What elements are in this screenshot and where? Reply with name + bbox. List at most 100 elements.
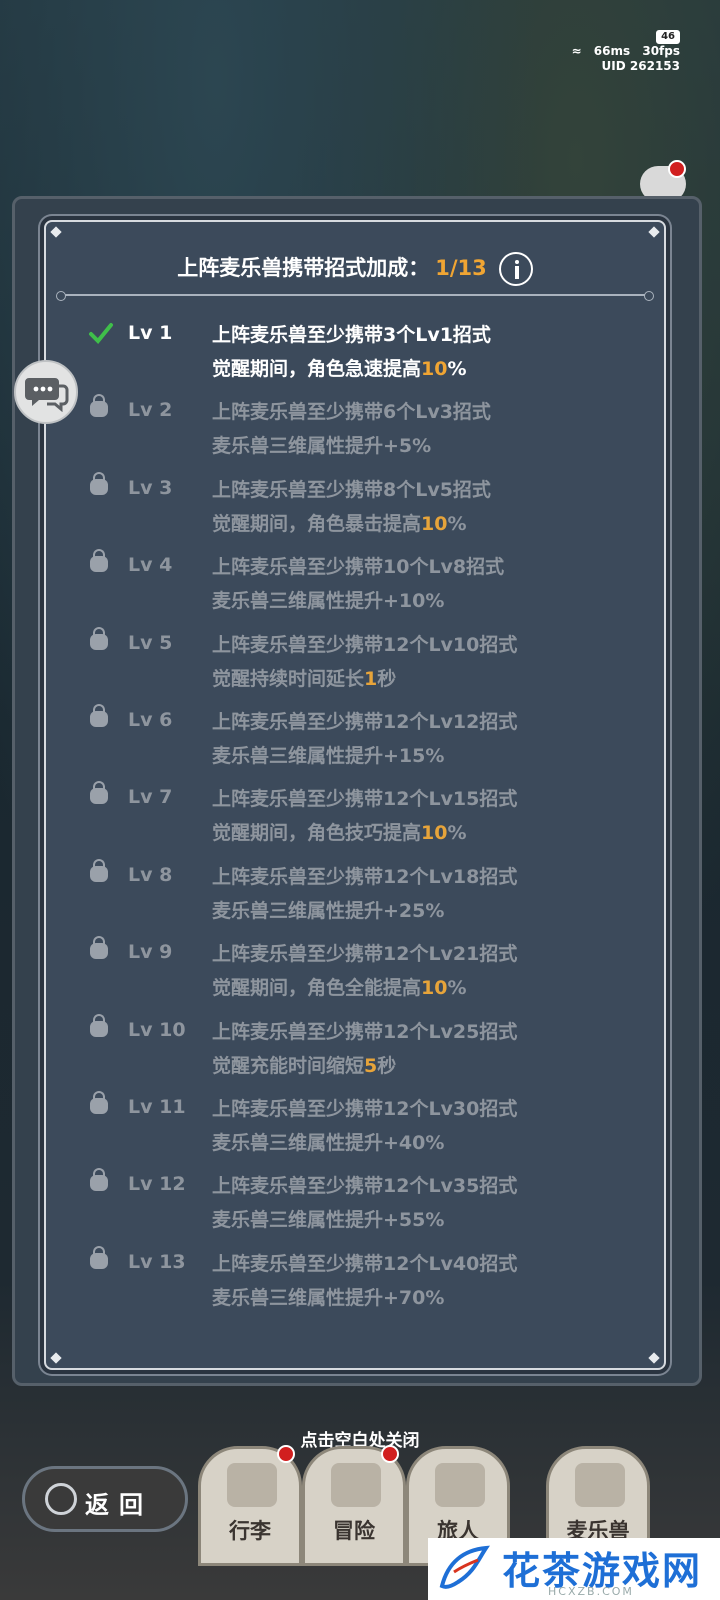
- level-requirement: 上阵麦乐兽至少携带12个Lv15招式: [212, 788, 518, 811]
- title-divider: [56, 291, 654, 301]
- level-effect: 觉醒期间，角色急速提高10%: [212, 352, 491, 386]
- level-requirement: 上阵麦乐兽至少携带12个Lv40招式: [212, 1252, 518, 1275]
- level-description: 上阵麦乐兽至少携带6个Lv3招式 麦乐兽三维属性提升+5%: [212, 395, 491, 463]
- level-description: 上阵麦乐兽至少携带3个Lv1招式 觉醒期间，角色急速提高10%: [212, 318, 491, 386]
- swords-icon: [331, 1463, 381, 1507]
- check-icon: [88, 320, 113, 344]
- effect-unit: %: [447, 977, 467, 1000]
- level-row: Lv 9 上阵麦乐兽至少携带12个Lv21招式 觉醒期间，角色全能提高10%: [46, 936, 664, 1014]
- level-effect: 觉醒期间，角色全能提高10%: [212, 971, 517, 1005]
- effect-text: 麦乐兽三维属性提升+25%: [212, 899, 445, 922]
- level-effect: 麦乐兽三维属性提升+25%: [212, 894, 517, 928]
- effect-text: 觉醒期间，角色技巧提高: [212, 822, 422, 845]
- fps-text: 30fps: [642, 44, 680, 58]
- effect-value: 10: [421, 512, 448, 535]
- level-effect: 麦乐兽三维属性提升+15%: [212, 739, 517, 773]
- effect-text: 麦乐兽三维属性提升+55%: [212, 1209, 445, 1232]
- effect-text: 觉醒期间，角色全能提高: [212, 977, 422, 1000]
- level-label: Lv 5: [128, 631, 173, 654]
- level-requirement: 上阵麦乐兽至少携带8个Lv5招式: [212, 478, 491, 501]
- level-requirement: 上阵麦乐兽至少携带12个Lv12招式: [212, 710, 518, 733]
- effect-text: 觉醒持续时间延长: [212, 667, 365, 690]
- level-effect: 觉醒充能时间缩短5秒: [212, 1049, 517, 1083]
- effect-value: 10: [421, 822, 448, 845]
- effect-unit: 秒: [377, 1054, 397, 1077]
- tab-luggage[interactable]: 行李: [198, 1445, 302, 1566]
- level-label: Lv 3: [128, 476, 173, 499]
- effect-unit: 秒: [377, 667, 397, 690]
- back-button[interactable]: 返回: [22, 1466, 188, 1532]
- level-label: Lv 1: [128, 322, 173, 344]
- level-list: Lv 1 上阵麦乐兽至少携带3个Lv1招式 觉醒期间，角色急速提高10% Lv 2 上阵…: [46, 318, 664, 1324]
- effect-unit: %: [447, 358, 467, 380]
- level-requirement: 上阵麦乐兽至少携带12个Lv30招式: [212, 1097, 518, 1120]
- effect-unit: %: [447, 822, 467, 845]
- level-requirement: 上阵麦乐兽至少携带12个Lv10招式: [212, 633, 518, 656]
- lock-icon: [90, 1168, 108, 1192]
- effect-text: 觉醒期间，角色急速提高: [212, 358, 422, 380]
- corner-ornament: [50, 226, 62, 238]
- level-row: Lv 13 上阵麦乐兽至少携带12个Lv40招式 麦乐兽三维属性提升+70%: [46, 1245, 664, 1324]
- status-overlay: 46 ≈ 66ms 30fps UID 262153: [564, 28, 680, 74]
- level-row: Lv 1 上阵麦乐兽至少携带3个Lv1招式 觉醒期间，角色急速提高10%: [46, 318, 664, 395]
- level-effect: 麦乐兽三维属性提升+70%: [212, 1281, 517, 1315]
- level-label: Lv 4: [128, 554, 173, 577]
- level-description: 上阵麦乐兽至少携带12个Lv35招式 麦乐兽三维属性提升+55%: [212, 1169, 517, 1237]
- effect-text: 觉醒充能时间缩短: [212, 1054, 365, 1077]
- effect-value: 1: [364, 667, 378, 690]
- level-description: 上阵麦乐兽至少携带12个Lv30招式 麦乐兽三维属性提升+40%: [212, 1092, 517, 1160]
- traveler-icon: [435, 1463, 485, 1507]
- fox-icon: [575, 1463, 625, 1507]
- level-effect: 麦乐兽三维属性提升+55%: [212, 1203, 517, 1237]
- panel-title: 上阵麦乐兽携带招式加成： 1/13: [46, 252, 664, 286]
- effect-value: 5: [364, 1054, 378, 1077]
- lock-icon: [90, 626, 108, 650]
- level-description: 上阵麦乐兽至少携带8个Lv5招式觉醒期间，角色暴击提高10%: [212, 473, 491, 541]
- level-description: 上阵麦乐兽至少携带10个Lv8招式 麦乐兽三维属性提升+10%: [212, 550, 504, 618]
- effect-text: 麦乐兽三维属性提升+10%: [212, 590, 445, 613]
- lock-icon: [90, 1013, 108, 1037]
- wifi-icon: ≈: [571, 44, 582, 58]
- notification-dot: [277, 1445, 295, 1463]
- level-requirement: 上阵麦乐兽至少携带12个Lv18招式: [212, 865, 518, 888]
- corner-ornament: [648, 226, 660, 238]
- corner-ornament: [50, 1352, 62, 1364]
- level-row: Lv 6 上阵麦乐兽至少携带12个Lv12招式 麦乐兽三维属性提升+15%: [46, 703, 664, 782]
- corner-ornament: [648, 1352, 660, 1364]
- effect-unit: %: [447, 512, 467, 535]
- level-description: 上阵麦乐兽至少携带12个Lv25招式 觉醒充能时间缩短5秒: [212, 1015, 517, 1083]
- level-label: Lv 2: [128, 399, 173, 422]
- level-description: 上阵麦乐兽至少携带12个Lv21招式 觉醒期间，角色全能提高10%: [212, 937, 517, 1005]
- effect-text: 麦乐兽三维属性提升+15%: [212, 744, 445, 767]
- info-icon[interactable]: [498, 252, 533, 286]
- level-label: Lv 6: [128, 708, 173, 731]
- effect-text: 麦乐兽三维属性提升+40%: [212, 1131, 445, 1154]
- site-watermark: 花茶游戏网 HCXZB.COM: [428, 1538, 720, 1600]
- chat-icon: [25, 378, 69, 412]
- chat-button[interactable]: [14, 360, 78, 424]
- lock-icon: [90, 549, 108, 573]
- level-description: 上阵麦乐兽至少携带12个Lv40招式 麦乐兽三维属性提升+70%: [212, 1247, 517, 1315]
- notification-dot: [668, 160, 686, 178]
- tab-adventure[interactable]: 冒险: [302, 1445, 406, 1566]
- level-effect: 觉醒持续时间延长1秒: [212, 662, 517, 696]
- luggage-icon: [227, 1463, 277, 1507]
- level-description: 上阵麦乐兽至少携带12个Lv18招式 麦乐兽三维属性提升+25%: [212, 860, 517, 928]
- level-row: Lv 2 上阵麦乐兽至少携带6个Lv3招式 麦乐兽三维属性提升+5%: [46, 394, 664, 472]
- level-requirement: 上阵麦乐兽至少携带6个Lv3招式: [212, 401, 491, 424]
- effect-text: 麦乐兽三维属性提升+70%: [212, 1286, 445, 1309]
- lock-icon: [90, 394, 108, 418]
- lock-icon: [90, 936, 108, 960]
- level-row: Lv 5 上阵麦乐兽至少携带12个Lv10招式 觉醒持续时间延长1秒: [46, 626, 664, 705]
- level-requirement: 上阵麦乐兽至少携带10个Lv8招式: [212, 556, 505, 579]
- level-description: 上阵麦乐兽至少携带12个Lv15招式 觉醒期间，角色技巧提高10%: [212, 782, 517, 850]
- level-description: 上阵麦乐兽至少携带12个Lv10招式 觉醒持续时间延长1秒: [212, 628, 517, 696]
- level-label: Lv 13: [128, 1250, 186, 1273]
- level-description: 上阵麦乐兽至少携带12个Lv12招式 麦乐兽三维属性提升+15%: [212, 705, 517, 773]
- level-row: Lv 10 上阵麦乐兽至少携带12个Lv25招式 觉醒充能时间缩短5秒: [46, 1013, 664, 1092]
- level-row: Lv 11 上阵麦乐兽至少携带12个Lv30招式 麦乐兽三维属性提升+40%: [46, 1090, 664, 1169]
- level-row: Lv 12 上阵麦乐兽至少携带12个Lv35招式 麦乐兽三维属性提升+55%: [46, 1168, 664, 1246]
- level-row: Lv 7 上阵麦乐兽至少携带12个Lv15招式 觉醒期间，角色技巧提高10%: [46, 781, 664, 859]
- level-effect: 觉醒期间，角色暴击提高10%: [212, 507, 491, 541]
- bonus-count: 1/13: [435, 256, 487, 280]
